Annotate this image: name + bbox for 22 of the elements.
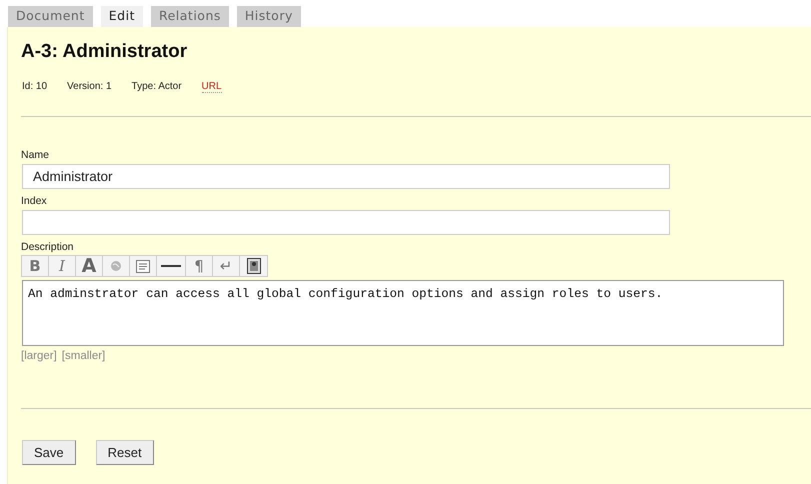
input-field[interactable] [22,210,670,235]
tab[interactable]: Edit [100,6,143,27]
resize-link[interactable]: [larger] [21,350,57,362]
tab[interactable]: Relations [150,6,229,27]
form-button[interactable]: Reset [96,440,154,465]
meta-text: Id: 10 [22,81,48,93]
image-icon [246,258,260,274]
description-field[interactable]: An adminstrator can access all global configuration options and assign roles to users. [22,280,784,346]
list-icon [136,260,150,272]
url-link[interactable]: URL [202,81,222,93]
field-label: Name [21,149,50,162]
field-label: Description [21,241,75,254]
tab[interactable]: Document [8,6,93,27]
horizontal-rule-icon [161,264,181,268]
resize-link[interactable]: [smaller] [62,350,106,362]
meta-text: Type: Actor [132,81,182,93]
tab[interactable]: History [236,6,301,27]
field-label: Index [21,195,48,208]
input-field[interactable]: Administrator [22,164,670,189]
form-button[interactable]: Save [22,440,76,465]
page-title: A-3: Administrator [21,40,188,64]
meta-text: Version: 1 [67,81,112,93]
